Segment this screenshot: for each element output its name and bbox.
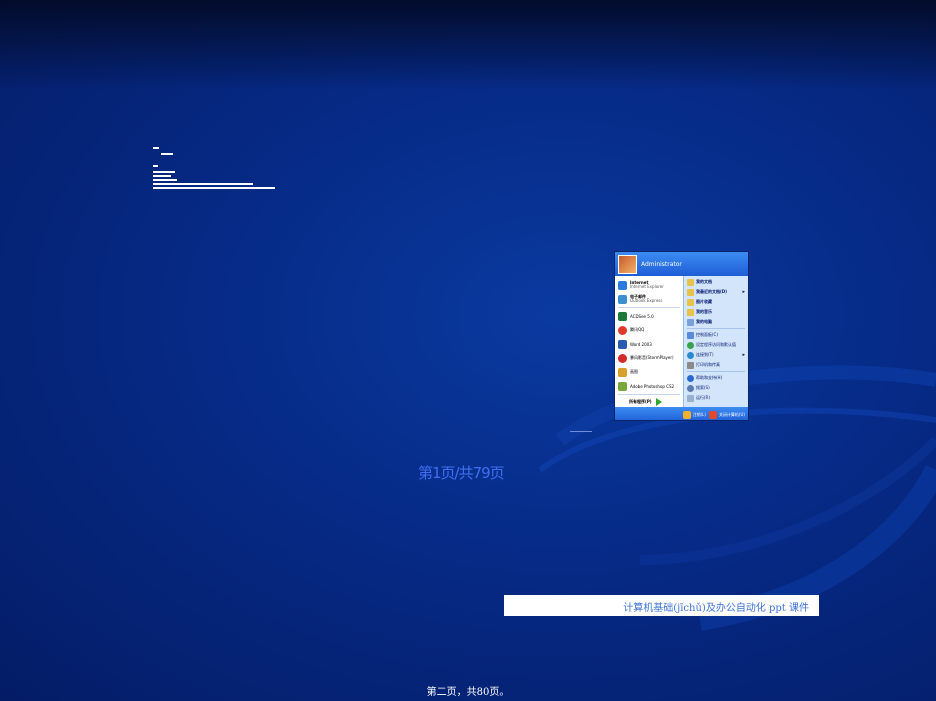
right-label: 我的音乐 xyxy=(696,309,712,314)
search-icon xyxy=(687,384,694,392)
all-programs-label: 所有程序(P) xyxy=(629,399,652,404)
shutdown-label: 关闭计算机(U) xyxy=(718,411,745,417)
control-panel-icon xyxy=(687,331,694,339)
right-item-music[interactable]: 我的音乐 xyxy=(684,307,748,317)
recent-docs-icon xyxy=(687,288,694,296)
tiny-text-block xyxy=(153,147,283,193)
shutdown-button[interactable]: 关闭计算机(U) xyxy=(708,410,745,419)
right-item-printers[interactable]: 打印机和传真 xyxy=(684,360,748,370)
right-label: 我最近的文档(D) xyxy=(696,289,727,294)
recent-item-player[interactable]: 暴风影音(StormPlayer) xyxy=(615,351,683,365)
all-programs-button[interactable]: 所有程序(P) xyxy=(615,396,683,408)
recent-label: ACDSee 5.0 xyxy=(630,313,654,319)
pinned-sub: Outlook Express xyxy=(630,298,663,303)
right-label: 运行(R) xyxy=(696,395,710,400)
chevron-right-icon: ▸ xyxy=(742,352,745,358)
right-label: 控制面板(C) xyxy=(696,332,718,337)
mail-icon xyxy=(618,294,627,304)
printer-icon xyxy=(687,361,694,369)
recent-label: 暴风影音(StormPlayer) xyxy=(630,355,674,360)
start-menu-left-pane: Internet Internet Explorer 电子邮件 Outlook Ex… xyxy=(615,276,683,407)
recent-label: Word 2003 xyxy=(630,341,652,347)
player-icon xyxy=(618,353,627,363)
right-item-pictures[interactable]: 图片收藏 xyxy=(684,297,748,307)
footer-bar: 计算机基础(jīchǔ)及办公自动化 ppt 课件 xyxy=(504,595,819,616)
right-label: 连接到(T) xyxy=(696,352,714,357)
start-menu-footer: 注销(L) 关闭计算机(U) xyxy=(615,407,748,420)
power-icon xyxy=(708,410,717,419)
start-menu: Administrator Internet Internet Explorer … xyxy=(614,251,749,421)
right-label: 搜索(S) xyxy=(696,385,710,390)
right-item-help[interactable]: 帮助和支持(H) xyxy=(684,373,748,383)
start-menu-right-pane: 我的文档 我最近的文档(D) ▸ 图片收藏 我的音乐 我的电脑 控制面板(C) 设… xyxy=(683,276,748,407)
green-arrow-icon xyxy=(655,398,662,406)
ie-icon xyxy=(618,280,627,290)
recent-item-photoshop[interactable]: Adobe Photoshop CS2 xyxy=(615,379,683,393)
bottom-page-number: 第二页，共80页。 xyxy=(426,687,510,698)
music-icon xyxy=(687,308,694,316)
start-menu-header: Administrator xyxy=(615,252,748,276)
divider xyxy=(687,371,745,372)
computer-icon xyxy=(687,318,694,326)
key-icon xyxy=(682,410,691,419)
recent-item-word[interactable]: Word 2003 xyxy=(615,337,683,351)
acdsee-icon xyxy=(618,311,627,321)
logoff-label: 注销(L) xyxy=(692,411,706,417)
qq-icon xyxy=(618,325,627,335)
page-label: 第1页/共79页 xyxy=(418,464,505,482)
photoshop-icon xyxy=(618,381,627,391)
divider xyxy=(618,394,680,395)
footer-title: 计算机基础(jīchǔ)及办公自动化 ppt 课件 xyxy=(623,603,809,614)
right-item-defaults[interactable]: 设定程序访问和默认值 xyxy=(684,340,748,350)
right-label: 我的电脑 xyxy=(696,319,712,324)
recent-label: 腾讯QQ xyxy=(630,327,645,332)
recent-item-qq[interactable]: 腾讯QQ xyxy=(615,323,683,337)
right-item-control-panel[interactable]: 控制面板(C) xyxy=(684,330,748,340)
right-label: 打印机和传真 xyxy=(696,362,720,367)
right-item-my-computer[interactable]: 我的电脑 xyxy=(684,317,748,327)
logoff-button[interactable]: 注销(L) xyxy=(682,410,706,419)
right-item-my-documents[interactable]: 我的文档 xyxy=(684,277,748,287)
folder-icon xyxy=(687,278,694,286)
pinned-item-internet[interactable]: Internet Internet Explorer xyxy=(615,278,683,292)
recent-label: 画图 xyxy=(630,369,638,374)
right-item-connect[interactable]: 连接到(T) ▸ xyxy=(684,350,748,360)
help-icon xyxy=(687,374,694,382)
run-icon xyxy=(687,394,694,402)
connect-icon xyxy=(687,351,694,359)
pinned-item-email[interactable]: 电子邮件 Outlook Express xyxy=(615,292,683,306)
word-icon xyxy=(618,339,627,349)
pinned-sub: Internet Explorer xyxy=(630,284,664,289)
right-label: 设定程序访问和默认值 xyxy=(696,342,736,347)
defaults-icon xyxy=(687,341,694,349)
right-label: 帮助和支持(H) xyxy=(696,375,723,380)
recent-label: Adobe Photoshop CS2 xyxy=(630,383,675,389)
right-item-search[interactable]: 搜索(S) xyxy=(684,383,748,393)
divider xyxy=(618,307,680,308)
right-item-recent-docs[interactable]: 我最近的文档(D) ▸ xyxy=(684,287,748,297)
right-label: 图片收藏 xyxy=(696,299,712,304)
right-item-run[interactable]: 运行(R) xyxy=(684,393,748,403)
user-name: Administrator xyxy=(641,260,682,268)
recent-item-paint[interactable]: 画图 xyxy=(615,365,683,379)
pictures-icon xyxy=(687,298,694,306)
divider xyxy=(687,328,745,329)
right-label: 我的文档 xyxy=(696,279,712,284)
chevron-right-icon: ▸ xyxy=(742,289,745,295)
user-avatar xyxy=(618,254,637,274)
paint-icon xyxy=(618,367,627,377)
recent-item-acdsee[interactable]: ACDSee 5.0 xyxy=(615,309,683,323)
caption-line xyxy=(570,431,592,432)
